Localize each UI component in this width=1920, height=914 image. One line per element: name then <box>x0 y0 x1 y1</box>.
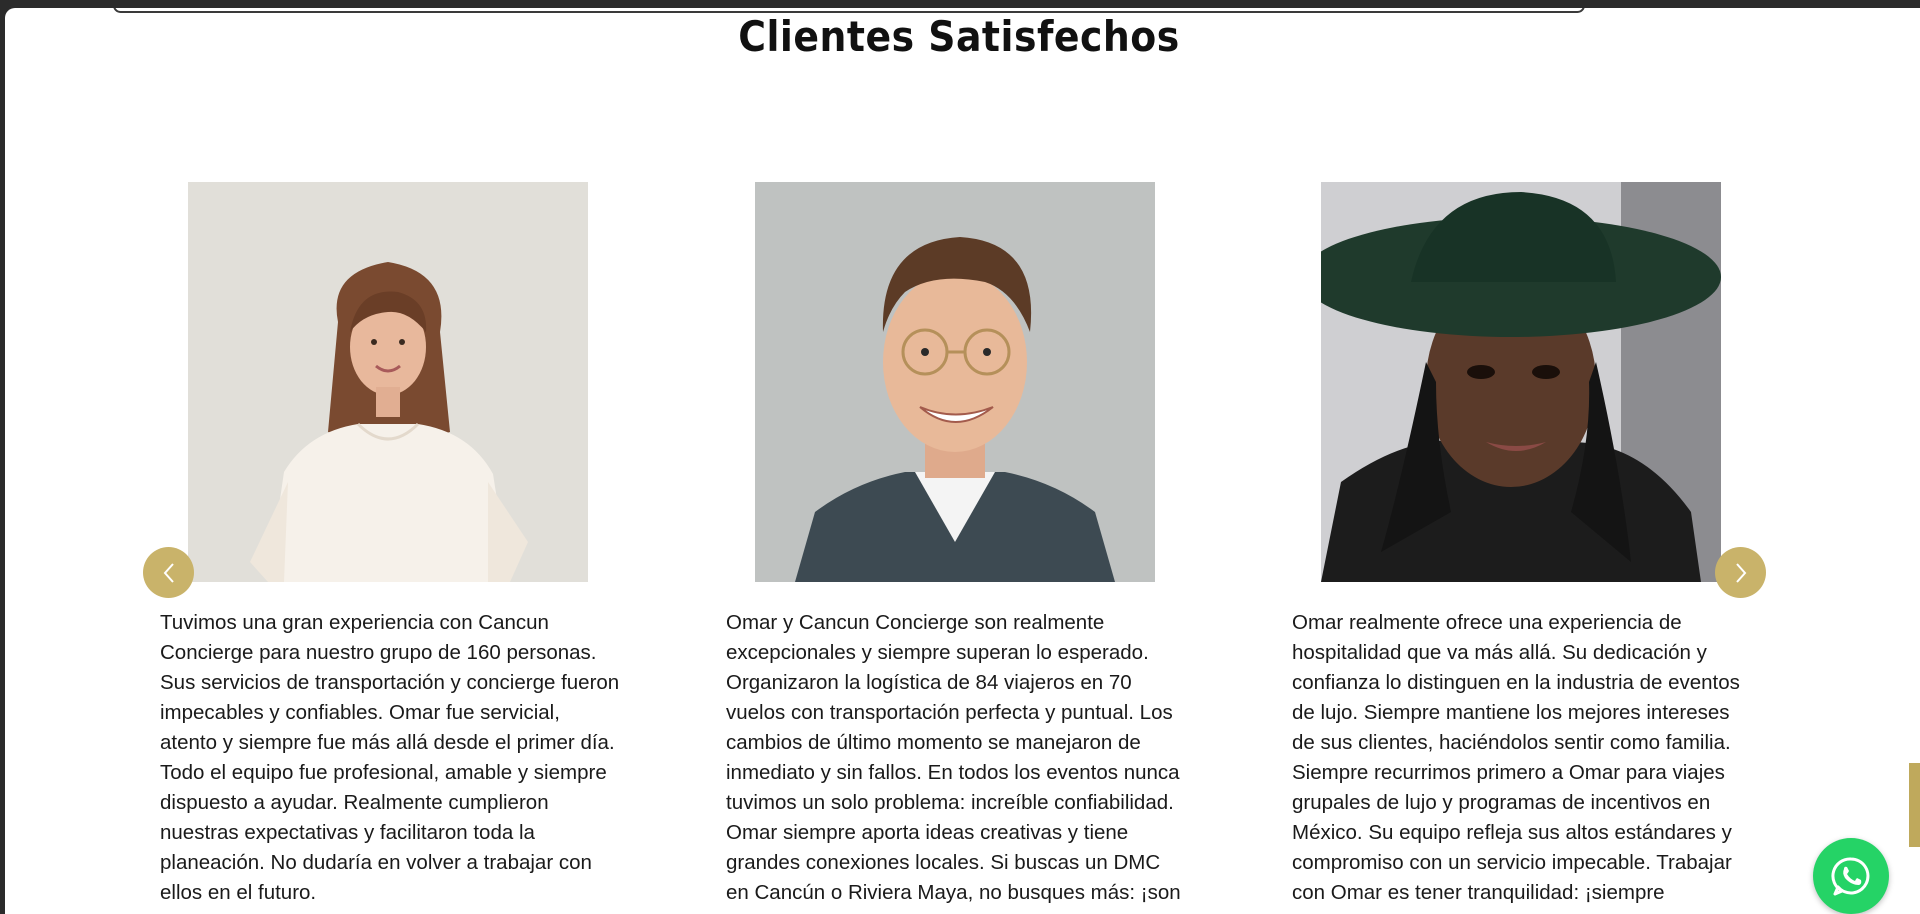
testimonial-text-3: Omar realmente ofrece una experiencia de… <box>1292 611 1740 914</box>
woman-hat-portrait-image <box>1321 182 1721 582</box>
chevron-right-icon <box>1735 562 1746 583</box>
carousel-prev-button[interactable] <box>143 547 194 598</box>
carousel-next-button[interactable] <box>1715 547 1766 598</box>
testimonial-photo-2 <box>755 182 1155 582</box>
whatsapp-chat-button[interactable] <box>1813 838 1889 914</box>
testimonial-photo-3 <box>1321 182 1721 582</box>
man-portrait-image <box>755 182 1155 582</box>
whatsapp-icon <box>1831 857 1870 896</box>
page-frame: Clientes Satisfechos Tuvimos una gran ex… <box>5 8 1920 914</box>
testimonial-text-2: Omar y Cancun Concierge son realmente ex… <box>726 611 1181 914</box>
woman-portrait-image <box>188 182 588 582</box>
section-title: Clientes Satisfechos <box>738 12 1180 61</box>
testimonial-text-1: Tuvimos una gran experiencia con Cancun … <box>160 611 620 904</box>
scrollbar-thumb[interactable] <box>1909 763 1920 847</box>
testimonial-photo-1 <box>188 182 588 582</box>
chevron-left-icon <box>163 562 174 583</box>
